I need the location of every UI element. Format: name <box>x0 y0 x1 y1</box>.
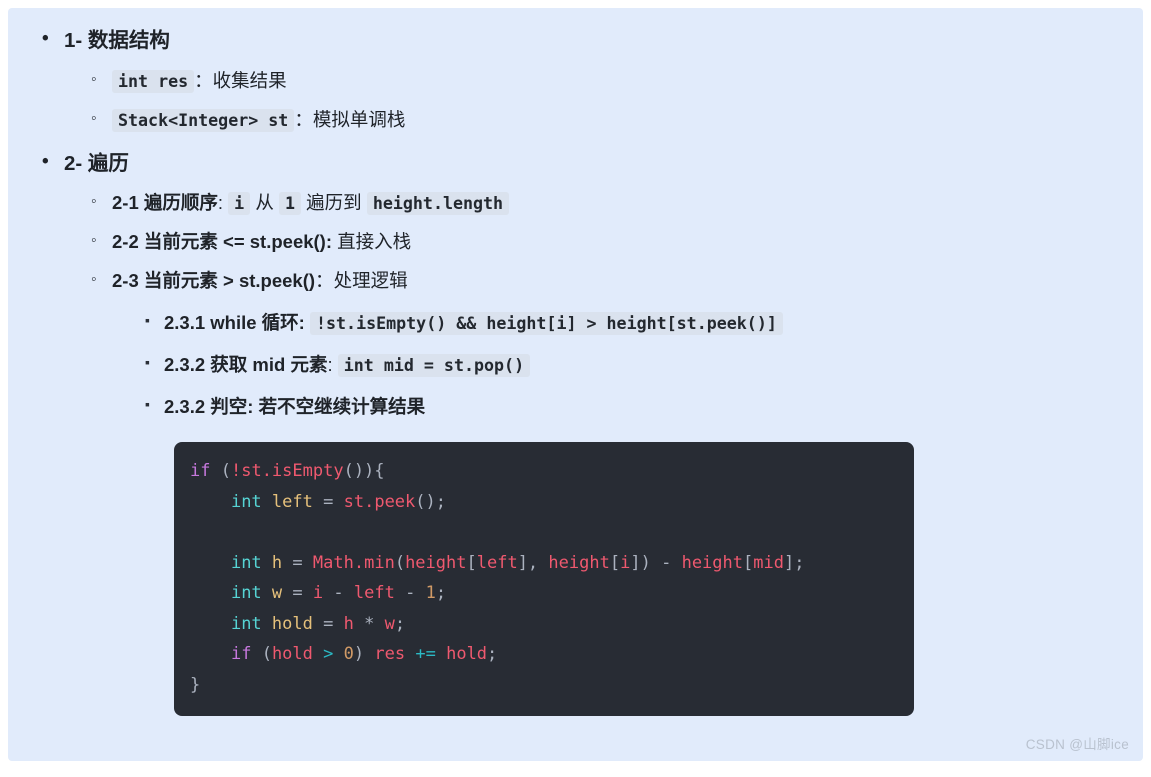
outline-root: 1- 数据结构 int res：收集结果 Stack<Integer> st：模… <box>18 27 1133 420</box>
section-2-title-row: 2- 遍历 <box>42 150 1133 178</box>
item-2-3-separator: ： <box>315 270 334 292</box>
outline-item-stack-st: Stack<Integer> st：模拟单调栈 <box>91 108 1133 133</box>
item-2-2-label: 2-2 当前元素 <= st.peek(): <box>112 231 333 253</box>
item-2-3-description: 处理逻辑 <box>333 270 408 292</box>
outline-item-2-3-2-get-mid: 2.3.2 获取 mid 元素: int mid = st.pop() <box>145 353 1133 378</box>
item-2-3-2-get-mid-label: 2.3.2 获取 mid 元素 <box>164 354 328 376</box>
item-2-2-row: 2-2 当前元素 <= st.peek(): 直接入栈 <box>91 230 1133 255</box>
outline-item-section-2: 2- 遍历 2-1 遍历顺序: i 从 1 遍历到 height.length <box>42 150 1133 420</box>
item-2-3-2-get-mid-row: 2.3.2 获取 mid 元素: int mid = st.pop() <box>145 353 1133 378</box>
item-2-3-label: 2-3 当前元素 > st.peek() <box>112 270 316 292</box>
code-chip-int-mid-pop: int mid = st.pop() <box>337 354 531 378</box>
code-chip-i: i <box>228 192 251 216</box>
csdn-watermark: CSDN @山脚ice <box>1025 737 1129 752</box>
item-2-3-2-get-mid-separator: : <box>327 354 333 376</box>
code-block: if (!st.isEmpty()){ int left = st.peek()… <box>174 442 914 717</box>
item-2-3-2-empty-check-row: 2.3.2 判空: 若不空继续计算结果 <box>145 395 1133 420</box>
section-1-title-row: 1- 数据结构 <box>42 27 1133 55</box>
item-2-1-separator: : <box>217 192 224 214</box>
section-1-sublist: int res：收集结果 Stack<Integer> st：模拟单调栈 <box>64 69 1133 133</box>
code-chip-int-res: int res <box>112 69 195 93</box>
item-2-3-sublist: 2.3.1 while 循环: !st.isEmpty() && height[… <box>112 311 1133 420</box>
item-2-3-2-empty-check-description: 若不空继续计算结果 <box>258 396 426 418</box>
stack-st-description: 模拟单调栈 <box>312 108 406 130</box>
section-2-sublist: 2-1 遍历顺序: i 从 1 遍历到 height.length 2-2 当前… <box>64 191 1133 420</box>
section-1-title: 1- 数据结构 <box>64 29 170 52</box>
code-chip-one: 1 <box>279 192 302 216</box>
outline-item-2-1: 2-1 遍历顺序: i 从 1 遍历到 height.length <box>91 191 1133 216</box>
item-2-1-text-to: 遍历到 <box>306 192 362 214</box>
note-page: 1- 数据结构 int res：收集结果 Stack<Integer> st：模… <box>8 8 1143 761</box>
item-2-3-2-empty-check-label: 2.3.2 判空: <box>164 396 254 418</box>
code-chip-stack-integer-st: Stack<Integer> st <box>112 108 295 132</box>
item-2-2-description: 直接入栈 <box>337 231 412 253</box>
stack-st-separator: ： <box>294 108 313 130</box>
section-2-title: 2- 遍历 <box>64 151 129 175</box>
outline-item-section-1: 1- 数据结构 int res：收集结果 Stack<Integer> st：模… <box>42 27 1133 133</box>
item-2-3-row: 2-3 当前元素 > st.peek()：处理逻辑 <box>91 269 1133 294</box>
item-2-1-row: 2-1 遍历顺序: i 从 1 遍历到 height.length <box>91 191 1133 216</box>
item-2-1-text-from: 从 <box>255 192 274 214</box>
outline-item-int-res: int res：收集结果 <box>91 69 1133 94</box>
item-2-3-1-row: 2.3.1 while 循环: !st.isEmpty() && height[… <box>145 311 1133 336</box>
outline-item-2-2: 2-2 当前元素 <= st.peek(): 直接入栈 <box>91 230 1133 255</box>
item-2-1-label: 2-1 遍历顺序 <box>112 192 218 214</box>
int-res-separator: ： <box>194 69 213 91</box>
outline-item-2-3-1: 2.3.1 while 循环: !st.isEmpty() && height[… <box>145 311 1133 336</box>
int-res-description: 收集结果 <box>212 69 287 91</box>
int-res-row: int res：收集结果 <box>91 69 1133 94</box>
outline-item-2-3: 2-3 当前元素 > st.peek()：处理逻辑 2.3.1 while 循环… <box>91 269 1133 420</box>
code-chip-while-condition: !st.isEmpty() && height[i] > height[st.p… <box>310 312 783 336</box>
outline-item-2-3-2-empty-check: 2.3.2 判空: 若不空继续计算结果 <box>145 395 1133 420</box>
code-block-content[interactable]: if (!st.isEmpty()){ int left = st.peek()… <box>174 456 914 700</box>
code-chip-height-length: height.length <box>366 192 510 216</box>
item-2-3-1-label: 2.3.1 while 循环: <box>164 312 305 334</box>
stack-st-row: Stack<Integer> st：模拟单调栈 <box>91 108 1133 133</box>
